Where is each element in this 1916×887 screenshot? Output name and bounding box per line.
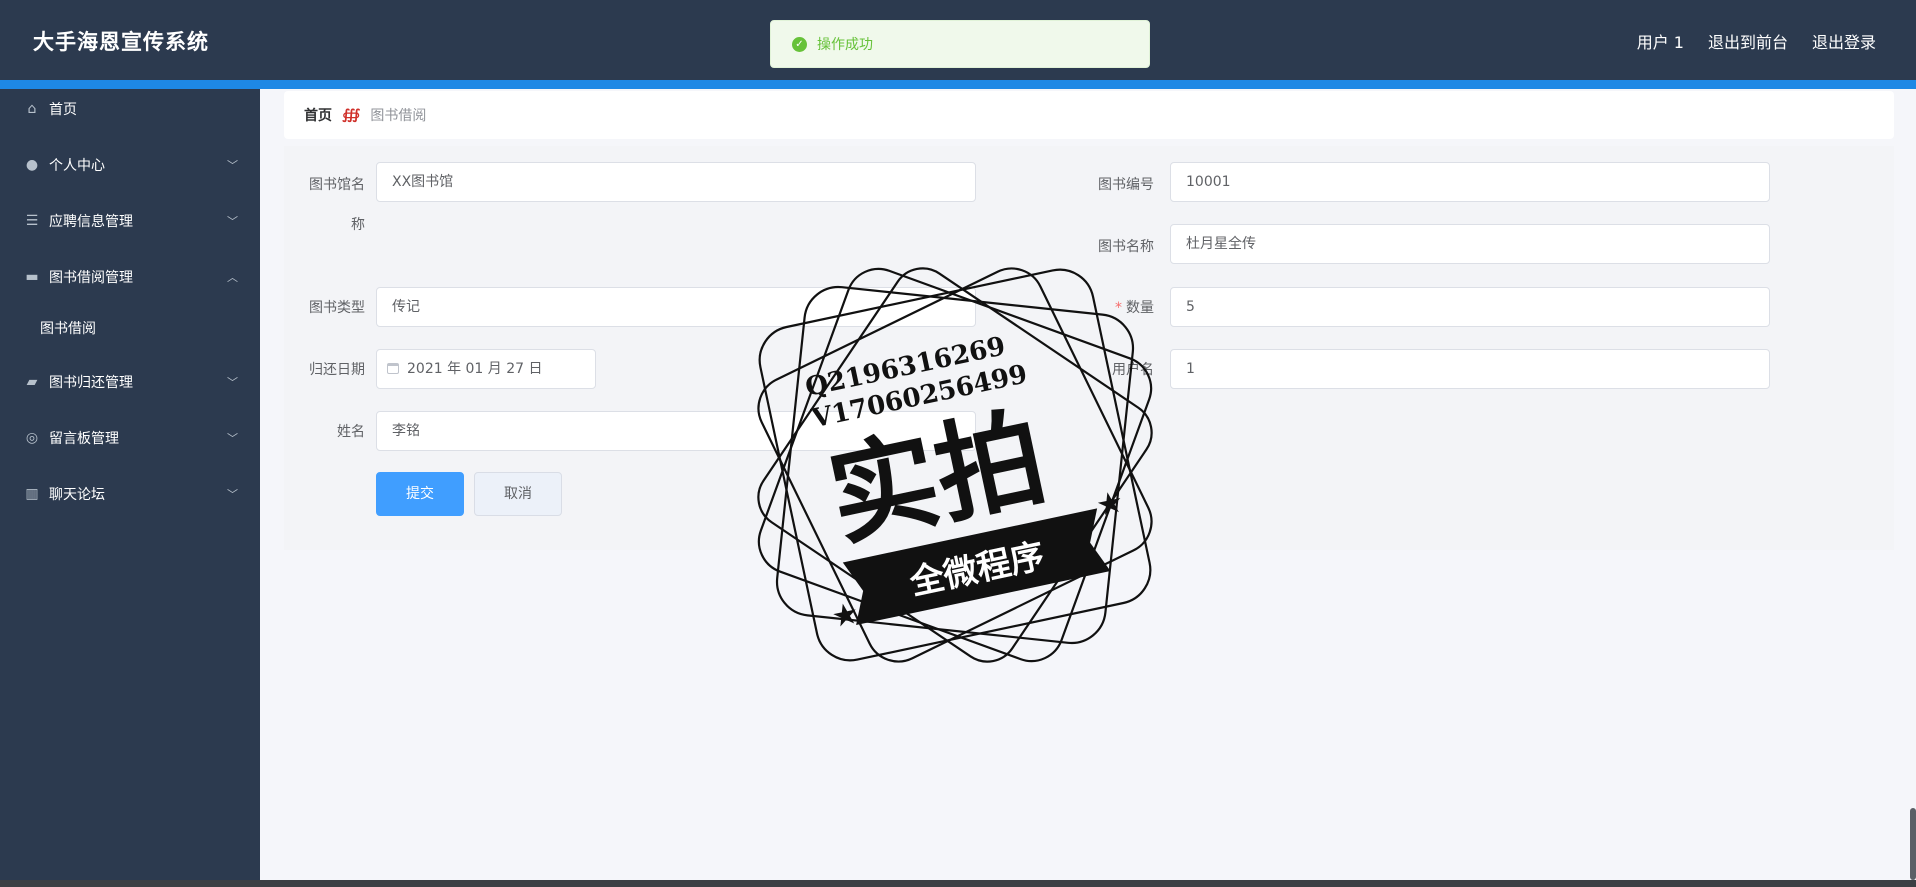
return-date-picker[interactable]: 2021 年 01 月 27 日 bbox=[376, 349, 596, 389]
chevron-up-icon: ︿ bbox=[227, 271, 238, 284]
cancel-button[interactable]: 取消 bbox=[474, 472, 562, 516]
library-name-label: 图书馆名 bbox=[309, 177, 365, 193]
sidebar-item-personal-center[interactable]: ● 个人中心 ﹀ bbox=[0, 145, 260, 185]
sidebar-item-book-borrow-mgmt[interactable]: ▬ 图书借阅管理 ︿ bbox=[0, 257, 260, 297]
app-title: 大手海恩宣传系统 bbox=[33, 30, 209, 54]
quantity-input[interactable]: 5 bbox=[1170, 287, 1770, 327]
username-input[interactable]: 1 bbox=[1170, 349, 1770, 389]
book-no-label: 图书编号 bbox=[1098, 177, 1154, 193]
sidebar-item-label: 应聘信息管理 bbox=[49, 214, 133, 230]
header-accent-line bbox=[0, 80, 1916, 89]
chevron-down-icon: ﹀ bbox=[227, 376, 238, 389]
sidebar-item-forum[interactable]: ▥ 聊天论坛 ﹀ bbox=[0, 474, 260, 514]
header-nav: 用户 1 退出到前台 退出登录 bbox=[1637, 29, 1876, 53]
real-name-input[interactable]: 李铭 bbox=[376, 411, 976, 451]
quantity-label-text: 数量 bbox=[1126, 300, 1154, 316]
success-toast: ✓ 操作成功 bbox=[770, 20, 1150, 68]
sidebar-item-label: 留言板管理 bbox=[49, 431, 119, 447]
library-name-label-cont: 称 bbox=[351, 217, 365, 233]
sidebar-item-label: 个人中心 bbox=[49, 158, 105, 174]
bottom-bar bbox=[0, 880, 1916, 887]
ticket-icon: ▰ bbox=[26, 374, 38, 390]
home-icon: ⌂ bbox=[27, 101, 37, 117]
sidebar-item-book-return-mgmt[interactable]: ▰ 图书归还管理 ﹀ bbox=[0, 362, 260, 402]
username-label: 用户名 bbox=[1112, 362, 1154, 378]
main-content: 首页 ∰ 图书借阅 图书馆名 称 XX图书馆 图书类型 传记 归还日期 2021… bbox=[260, 89, 1916, 880]
library-name-input[interactable]: XX图书馆 bbox=[376, 162, 976, 202]
breadcrumb-current: 图书借阅 bbox=[370, 108, 427, 124]
chevron-down-icon: ﹀ bbox=[227, 488, 238, 501]
breadcrumb-home[interactable]: 首页 bbox=[304, 105, 332, 125]
check-circle-icon: ✓ bbox=[792, 36, 807, 52]
sidebar-item-label: 聊天论坛 bbox=[49, 487, 105, 503]
required-mark: * bbox=[1115, 300, 1122, 316]
book-type-input[interactable]: 传记 bbox=[376, 287, 976, 327]
exit-to-frontend-link[interactable]: 退出到前台 bbox=[1708, 29, 1788, 53]
logout-link[interactable]: 退出登录 bbox=[1812, 29, 1876, 53]
breadcrumb: 首页 ∰ 图书借阅 bbox=[284, 91, 1894, 139]
sidebar-subitem-book-borrow[interactable]: 图书借阅 bbox=[0, 307, 260, 347]
real-name-label: 姓名 bbox=[337, 424, 365, 440]
compass-icon: ◎ bbox=[25, 430, 39, 446]
sidebar-subitem-label: 图书借阅 bbox=[40, 321, 96, 337]
return-date-value: 2021 年 01 月 27 日 bbox=[407, 361, 543, 377]
sidebar-item-label: 图书归还管理 bbox=[49, 375, 133, 391]
return-date-label: 归还日期 bbox=[309, 362, 365, 378]
chevron-down-icon: ﹀ bbox=[227, 215, 238, 228]
book-name-label: 图书名称 bbox=[1098, 239, 1154, 255]
book-name-input[interactable]: 杜月星全传 bbox=[1170, 224, 1770, 264]
sidebar-item-message-board[interactable]: ◎ 留言板管理 ﹀ bbox=[0, 418, 260, 458]
briefcase-icon: ▬ bbox=[25, 269, 39, 285]
sidebar-item-home[interactable]: ⌂ 首页 bbox=[0, 89, 260, 129]
borrow-form: 图书馆名 称 XX图书馆 图书类型 传记 归还日期 2021 年 01 月 27… bbox=[284, 146, 1894, 550]
chevron-down-icon: ﹀ bbox=[227, 159, 238, 172]
current-user-link[interactable]: 用户 1 bbox=[1637, 29, 1684, 53]
quantity-label: * 数量 bbox=[1074, 297, 1154, 317]
sidebar-item-label: 首页 bbox=[49, 102, 77, 118]
chevron-down-icon: ﹀ bbox=[227, 432, 238, 445]
list-icon: ☰ bbox=[25, 213, 39, 229]
book-type-label: 图书类型 bbox=[309, 300, 365, 316]
scrollbar-thumb[interactable] bbox=[1910, 808, 1916, 880]
calendar-icon bbox=[387, 363, 399, 374]
sidebar: ⌂ 首页 ● 个人中心 ﹀ ☰ 应聘信息管理 ﹀ ▬ 图书借阅管理 ︿ 图书借阅… bbox=[0, 89, 260, 880]
breadcrumb-separator-icon: ∰ bbox=[342, 107, 361, 123]
sidebar-item-label: 图书借阅管理 bbox=[49, 270, 133, 286]
chart-icon: ▥ bbox=[25, 486, 39, 502]
submit-button[interactable]: 提交 bbox=[376, 472, 464, 516]
user-icon: ● bbox=[25, 157, 39, 173]
sidebar-item-recruitment[interactable]: ☰ 应聘信息管理 ﹀ bbox=[0, 201, 260, 241]
toast-message: 操作成功 bbox=[817, 37, 873, 53]
book-no-input[interactable]: 10001 bbox=[1170, 162, 1770, 202]
